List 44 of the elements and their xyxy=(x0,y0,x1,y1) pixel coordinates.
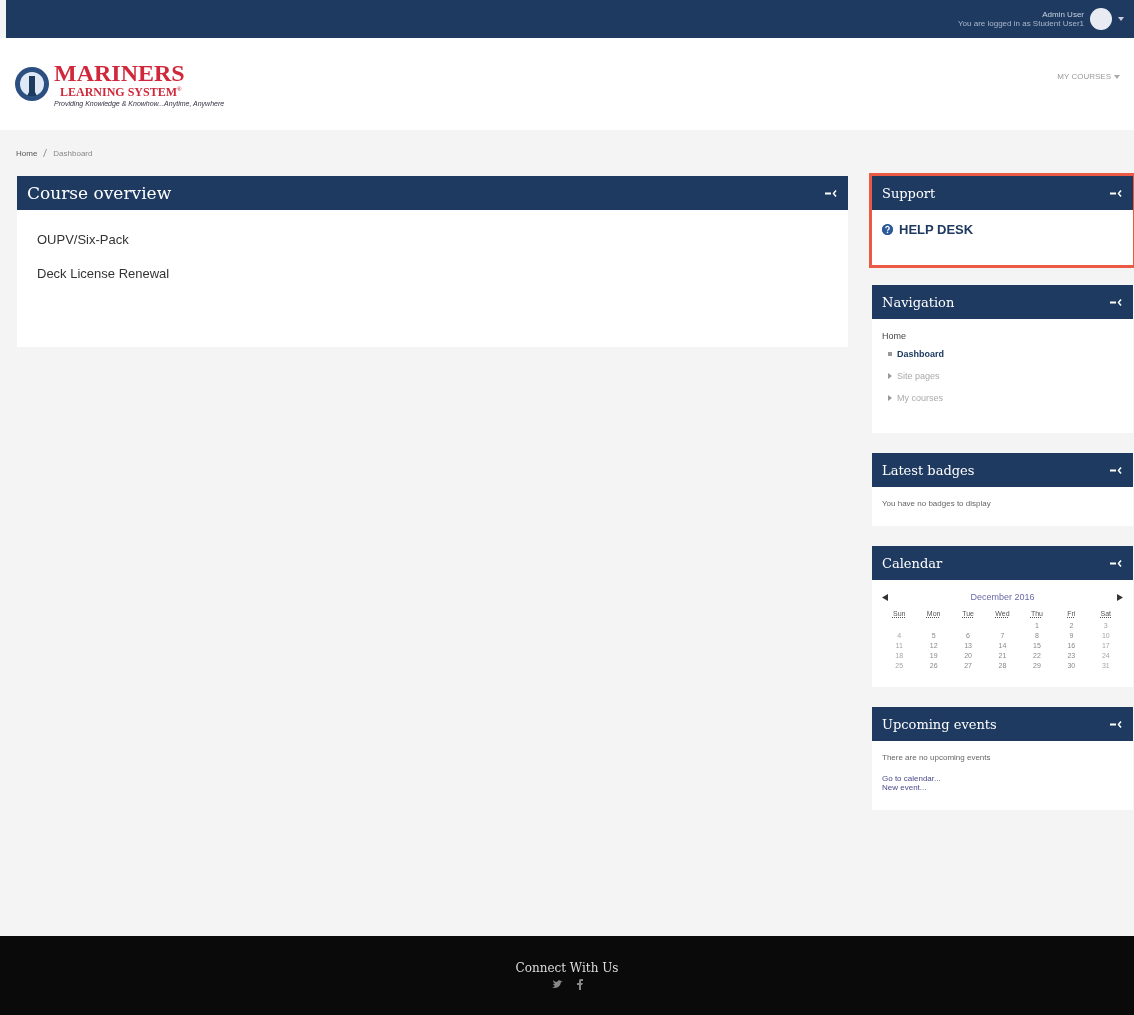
next-month-icon[interactable] xyxy=(1117,593,1123,601)
course-link[interactable]: OUPV/Six-Pack xyxy=(37,232,828,247)
logo-title: MARINERS xyxy=(54,61,186,85)
block-title: Calendar xyxy=(882,555,943,571)
caret-icon[interactable] xyxy=(1118,17,1124,21)
breadcrumb-link[interactable]: Dashboard xyxy=(53,148,93,158)
breadcrumb-link[interactable]: Home xyxy=(16,148,38,158)
lighthouse-emblem-icon xyxy=(14,66,50,102)
collapse-icon[interactable] xyxy=(1110,466,1123,474)
bird-icon[interactable] xyxy=(551,980,563,989)
help-icon xyxy=(882,224,893,235)
footer-title: Connect With Us xyxy=(515,961,619,975)
block-title: Course overview xyxy=(27,183,172,203)
previous-month-icon[interactable] xyxy=(882,593,888,601)
avatar-icon[interactable] xyxy=(1090,8,1112,30)
collapse-icon[interactable] xyxy=(1110,720,1123,728)
nav-item[interactable]: Site pages xyxy=(897,371,940,381)
collapse-icon[interactable] xyxy=(825,189,838,197)
calendar-link[interactable]: New event... xyxy=(882,783,1123,792)
user-name[interactable]: Admin User xyxy=(1042,10,1084,19)
triangle-icon[interactable] xyxy=(888,373,892,379)
block-title: Latest badges xyxy=(882,462,975,478)
login-info: You are logged in as Student User1 xyxy=(958,19,1084,28)
collapse-icon[interactable] xyxy=(1110,559,1123,567)
block-title: Navigation xyxy=(882,294,955,310)
nav-item[interactable]: My courses xyxy=(897,393,943,403)
collapse-icon[interactable] xyxy=(1110,298,1123,306)
letter-f-icon[interactable] xyxy=(576,979,583,990)
month-title: December 2016 xyxy=(970,592,1035,602)
nav-item[interactable]: Dashboard xyxy=(897,349,944,359)
block-text: There are no upcoming events xyxy=(882,753,992,762)
help-desk-link[interactable]: HELP DESK xyxy=(899,222,974,237)
my-courses-menu[interactable]: MY COURSES xyxy=(1057,72,1120,81)
calendar-link[interactable]: Go to calendar... xyxy=(882,774,1123,783)
block-title: Support xyxy=(882,185,936,201)
logo-subtitle: LEARNING SYSTEM$^{®}$ xyxy=(60,85,183,100)
separator-icon xyxy=(43,149,48,157)
collapse-icon[interactable] xyxy=(1110,189,1123,197)
block-text: You have no badges to display xyxy=(882,499,992,508)
block-title: Upcoming events xyxy=(882,716,997,732)
triangle-icon[interactable] xyxy=(888,395,892,401)
nav-item[interactable]: Home xyxy=(882,331,1123,341)
course-link[interactable]: Deck License Renewal xyxy=(37,266,828,281)
caret-icon xyxy=(1114,74,1120,79)
